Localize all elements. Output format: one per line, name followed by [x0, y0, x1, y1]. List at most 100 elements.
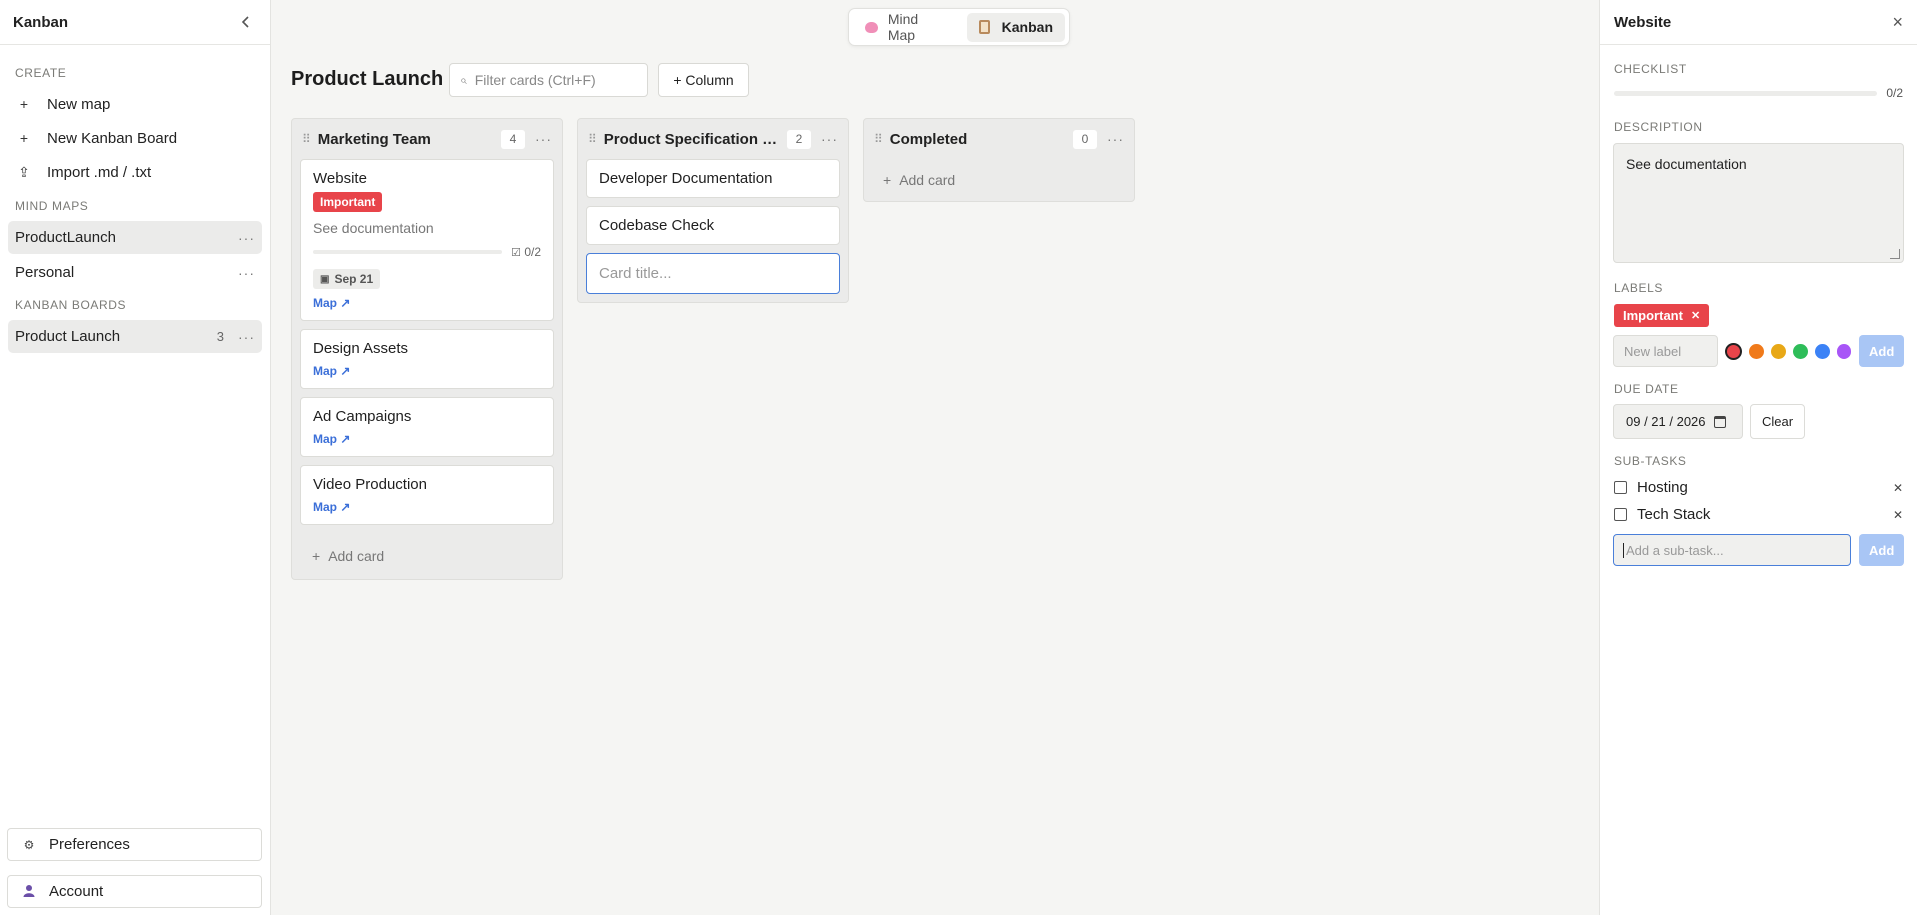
close-icon[interactable]: ×	[1892, 12, 1903, 33]
sidebar-item-label: Product Launch	[15, 328, 121, 345]
map-link[interactable]: Map ↗	[313, 364, 541, 378]
color-swatch-blue[interactable]	[1814, 343, 1830, 359]
drag-handle-icon[interactable]: ⠿	[302, 132, 311, 146]
card-developer-documentation[interactable]: Developer Documentation	[586, 159, 840, 198]
drag-handle-icon[interactable]: ⠿	[588, 132, 597, 146]
add-card-button[interactable]: + Add card	[864, 159, 1134, 201]
color-swatch-green[interactable]	[1792, 343, 1808, 359]
new-map-button[interactable]: + New map	[0, 87, 270, 121]
card-video-production[interactable]: Video Production Map ↗	[300, 465, 554, 525]
labels-label: LABELS	[1614, 281, 1663, 295]
board-title: Product Launch	[291, 68, 444, 90]
card-ad-campaigns[interactable]: Ad Campaigns Map ↗	[300, 397, 554, 457]
clear-date-button[interactable]: Clear	[1750, 404, 1806, 439]
card-title: Developer Documentation	[599, 170, 773, 187]
more-options-icon[interactable]: ···	[238, 265, 255, 281]
mind-map-view-button[interactable]: Mind Map	[853, 11, 961, 43]
progress-track	[1614, 90, 1878, 96]
map-link[interactable]: Map ↗	[313, 500, 541, 514]
more-options-icon[interactable]: ···	[821, 131, 838, 147]
column-title[interactable]: Marketing Team	[318, 131, 493, 148]
color-swatch-purple[interactable]	[1836, 343, 1852, 359]
new-card-title-input[interactable]: Card title...	[586, 253, 840, 294]
subtask-item: Tech Stack ✕	[1600, 501, 1917, 528]
filter-cards-input[interactable]: ⌕ Filter cards (Ctrl+F)	[449, 63, 648, 97]
resize-handle-icon[interactable]	[1890, 249, 1900, 259]
add-subtask-row: Add a sub-task... Add	[1600, 534, 1917, 566]
add-card-label: Add card	[328, 548, 385, 564]
remove-label-icon[interactable]: ✕	[1691, 309, 1700, 322]
subtask-checkbox[interactable]	[1614, 481, 1627, 494]
map-link[interactable]: Map ↗	[313, 296, 541, 310]
subtasks-label: SUB-TASKS	[1614, 454, 1687, 468]
description-label: DESCRIPTION	[1614, 120, 1703, 134]
new-label-row: New label Add	[1600, 335, 1917, 367]
subtask-placeholder: Add a sub-task...	[1626, 542, 1724, 558]
sidebar: Kanban CREATE + New map + New Kanban Boa…	[0, 0, 271, 915]
kanban-view-button[interactable]: Kanban	[966, 12, 1065, 42]
subtask-checkbox[interactable]	[1614, 508, 1627, 521]
add-subtask-button[interactable]: Add	[1859, 534, 1904, 566]
description-text: See documentation	[1626, 156, 1747, 172]
brain-icon	[865, 21, 878, 33]
calendar-icon: ▣	[320, 273, 330, 285]
clipboard-icon	[978, 20, 990, 34]
view-toggle: Mind Map Kanban	[848, 8, 1070, 46]
more-options-icon[interactable]: ···	[238, 230, 255, 246]
color-swatch-red[interactable]	[1725, 342, 1743, 360]
drag-handle-icon[interactable]: ⠿	[874, 132, 883, 146]
panel-header: Website ×	[1600, 0, 1917, 45]
remove-subtask-icon[interactable]: ✕	[1893, 508, 1903, 522]
card-codebase-check[interactable]: Codebase Check	[586, 206, 840, 245]
color-swatch-orange[interactable]	[1749, 343, 1764, 359]
import-label: Import .md / .txt	[47, 163, 152, 181]
subtask-text: Hosting	[1637, 479, 1688, 496]
due-date-row: 09 / 21 / 2026 Clear	[1600, 404, 1917, 439]
sidebar-item-label: Personal	[15, 264, 75, 281]
more-options-icon[interactable]: ···	[1107, 131, 1124, 147]
card-design-assets[interactable]: Design Assets Map ↗	[300, 329, 554, 389]
card-title: Ad Campaigns	[313, 408, 412, 425]
sidebar-item-personal[interactable]: Personal ···	[8, 256, 262, 289]
card-detail-panel: Website × CHECKLIST 0/2 DESCRIPTION See …	[1599, 0, 1917, 915]
checklist-count: ☑ 0/2	[511, 245, 541, 259]
sidebar-item-product-launch[interactable]: Product Launch 3 ···	[8, 320, 262, 353]
sidebar-title: Kanban	[13, 13, 69, 31]
preferences-button[interactable]: ⚙ Preferences	[7, 828, 262, 861]
add-column-button[interactable]: + Column	[658, 63, 749, 97]
subtask-text: Tech Stack	[1637, 506, 1711, 523]
column-title[interactable]: Product Specification D...	[604, 131, 779, 148]
remove-subtask-icon[interactable]: ✕	[1893, 481, 1903, 495]
collapse-sidebar-button[interactable]	[236, 12, 256, 32]
due-date-label: DUE DATE	[1614, 382, 1679, 396]
add-card-button[interactable]: + Add card	[292, 533, 562, 579]
user-icon	[22, 884, 36, 900]
color-swatch-yellow[interactable]	[1770, 343, 1786, 359]
column-product-specification: ⠿ Product Specification D... 2 ··· Devel…	[577, 118, 849, 303]
card-checklist-progress: ☑ 0/2	[313, 245, 541, 259]
card-title: Video Production	[313, 476, 427, 493]
due-date-input[interactable]: 09 / 21 / 2026	[1613, 404, 1743, 439]
card-website[interactable]: Website Important See documentation ☑ 0/…	[300, 159, 554, 321]
column-title[interactable]: Completed	[890, 131, 1065, 148]
sidebar-item-productlaunch[interactable]: ProductLaunch ···	[8, 221, 262, 254]
new-kanban-board-button[interactable]: + New Kanban Board	[0, 121, 270, 155]
add-card-label: Add card	[899, 172, 956, 188]
calendar-icon[interactable]	[1713, 415, 1726, 428]
add-label-button[interactable]: Add	[1859, 335, 1904, 367]
import-button[interactable]: ⇪ Import .md / .txt	[0, 155, 270, 189]
description-textarea[interactable]: See documentation	[1613, 143, 1904, 263]
gear-icon: ⚙	[23, 837, 35, 852]
more-options-icon[interactable]: ···	[238, 329, 255, 345]
map-link[interactable]: Map ↗	[313, 432, 541, 446]
new-label-input[interactable]: New label	[1613, 335, 1719, 367]
column-header: ⠿ Product Specification D... 2 ···	[578, 119, 848, 159]
sidebar-item-label: ProductLaunch	[15, 229, 116, 246]
plus-icon: +	[312, 548, 321, 564]
mind-maps-section-label: MIND MAPS	[15, 199, 89, 213]
checklist-count: 0/2	[1886, 86, 1903, 100]
text-cursor	[1623, 542, 1624, 558]
add-subtask-input[interactable]: Add a sub-task...	[1613, 534, 1852, 566]
more-options-icon[interactable]: ···	[535, 131, 552, 147]
account-button[interactable]: Account	[7, 875, 262, 908]
